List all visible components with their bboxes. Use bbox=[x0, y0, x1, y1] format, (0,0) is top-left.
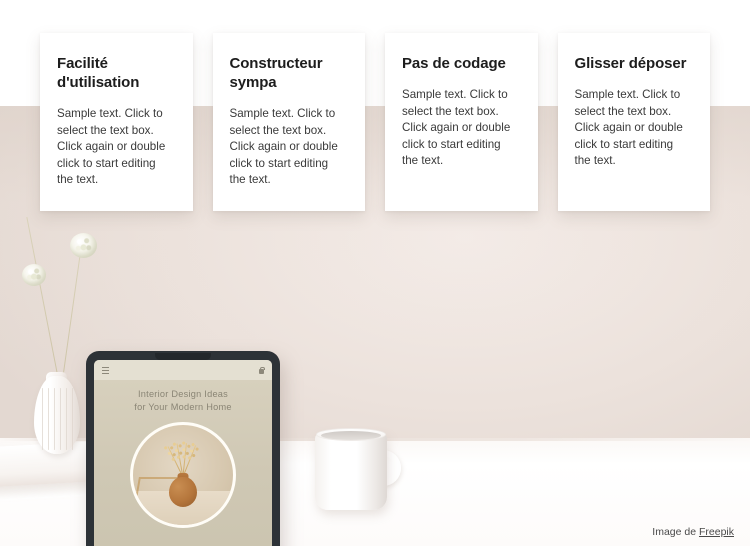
feature-card-2[interactable]: Constructeur sympa Sample text. Click to… bbox=[212, 33, 365, 211]
website-topbar bbox=[94, 360, 272, 380]
tablet-screen[interactable]: Interior Design Ideas for Your Modern Ho… bbox=[94, 360, 272, 546]
mug-interior bbox=[321, 431, 381, 440]
website-headline: Interior Design Ideas for Your Modern Ho… bbox=[94, 388, 272, 414]
hamburger-icon[interactable] bbox=[102, 366, 109, 374]
website-body: Interior Design Ideas for Your Modern Ho… bbox=[94, 380, 272, 546]
feature-card-text: Sample text. Click to select the text bo… bbox=[402, 88, 511, 167]
image-credit: Image de Freepik bbox=[652, 526, 734, 538]
feature-card-title: Facilité d'utilisation bbox=[57, 55, 140, 91]
feature-card-3[interactable]: Pas de codage Sample text. Click to sele… bbox=[385, 33, 538, 211]
feature-card-title: Glisser déposer bbox=[574, 55, 687, 72]
hero-jug bbox=[169, 477, 197, 507]
mug-body bbox=[315, 432, 387, 510]
website-headline-line2: for Your Modern Home bbox=[134, 402, 232, 412]
coffee-mug bbox=[315, 428, 401, 510]
feature-card-text: Sample text. Click to select the text bo… bbox=[229, 107, 338, 186]
feature-cards-row: Facilité d'utilisation Sample text. Clic… bbox=[0, 0, 750, 211]
tablet-notch bbox=[155, 353, 211, 360]
vase-body bbox=[34, 376, 80, 454]
flower-bloom bbox=[70, 233, 97, 258]
feature-card-4[interactable]: Glisser déposer Sample text. Click to se… bbox=[557, 33, 710, 211]
feature-card-text: Sample text. Click to select the text bo… bbox=[57, 107, 166, 186]
image-credit-prefix: Image de bbox=[652, 526, 699, 538]
feature-card-1[interactable]: Facilité d'utilisation Sample text. Clic… bbox=[40, 33, 193, 211]
feature-card-text: Sample text. Click to select the text bo… bbox=[574, 88, 683, 167]
shopping-bag-icon[interactable] bbox=[259, 366, 265, 374]
freepik-link[interactable]: Freepik bbox=[699, 526, 734, 538]
flower-stem bbox=[26, 216, 60, 381]
tablet-device: Interior Design Ideas for Your Modern Ho… bbox=[86, 351, 280, 546]
website-hero-image bbox=[130, 422, 236, 528]
page-root: Interior Design Ideas for Your Modern Ho… bbox=[0, 0, 750, 546]
feature-card-title: Pas de codage bbox=[402, 55, 506, 72]
flower-stem bbox=[62, 249, 82, 381]
flower-bloom bbox=[22, 264, 46, 286]
website-headline-line1: Interior Design Ideas bbox=[137, 389, 229, 399]
feature-card-title: Constructeur sympa bbox=[229, 55, 323, 91]
